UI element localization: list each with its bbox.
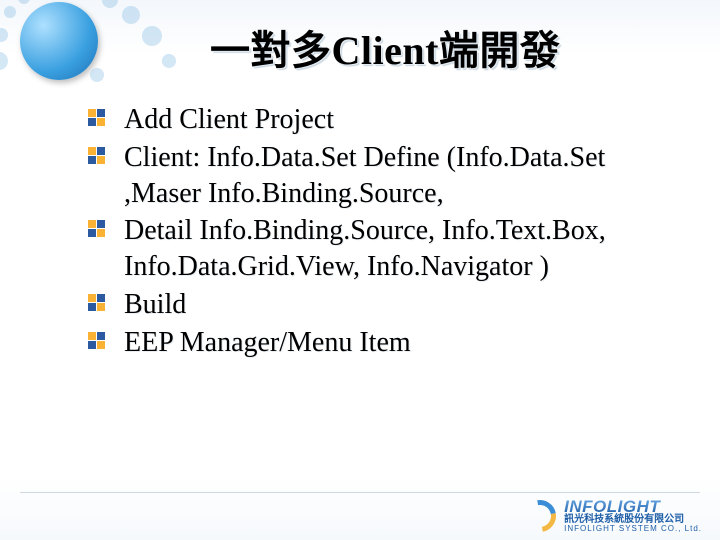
slide: 一對多Client端開發 Add Client Project Client: … xyxy=(0,0,720,540)
slide-title: 一對多Client端開發 xyxy=(210,18,690,76)
bullet-list: Add Client Project Client: Info.Data.Set… xyxy=(88,102,678,363)
list-item-text: Client: Info.Data.Set Define (Info.Data.… xyxy=(124,142,605,209)
list-item: EEP Manager/Menu Item xyxy=(88,325,678,361)
list-item-text: Detail Info.Binding.Source, Info.Text.Bo… xyxy=(124,215,606,282)
bullet-icon xyxy=(88,109,105,126)
bullet-icon xyxy=(88,147,105,164)
list-item: Detail Info.Binding.Source, Info.Text.Bo… xyxy=(88,213,678,285)
dot-icon xyxy=(122,6,140,24)
decorative-burst xyxy=(0,0,210,100)
orb-icon xyxy=(20,2,98,80)
dot-icon xyxy=(162,54,176,68)
bullet-icon xyxy=(88,294,105,311)
footer: INFOLIGHT 訊光科技系統股份有限公司 INFOLIGHT SYSTEM … xyxy=(0,492,720,540)
divider xyxy=(20,492,700,493)
dot-icon xyxy=(0,52,8,70)
swirl-icon xyxy=(524,500,556,532)
brand-en: INFOLIGHT SYSTEM CO., Ltd. xyxy=(564,525,702,533)
dot-icon xyxy=(18,0,30,4)
brand-logo: INFOLIGHT 訊光科技系統股份有限公司 INFOLIGHT SYSTEM … xyxy=(524,498,702,533)
bullet-icon xyxy=(88,332,105,349)
brand-latin: INFOLIGHT xyxy=(564,498,702,515)
list-item: Add Client Project xyxy=(88,102,678,138)
dot-icon xyxy=(102,0,118,8)
list-item-text: EEP Manager/Menu Item xyxy=(124,327,411,358)
brand-text: INFOLIGHT 訊光科技系統股份有限公司 INFOLIGHT SYSTEM … xyxy=(564,498,702,533)
bullet-icon xyxy=(88,220,105,237)
dot-icon xyxy=(4,6,16,18)
dot-icon xyxy=(0,28,8,42)
list-item-text: Add Client Project xyxy=(124,104,334,135)
list-item-text: Build xyxy=(124,289,186,320)
dot-icon xyxy=(142,26,162,46)
dot-icon xyxy=(90,68,104,82)
list-item: Client: Info.Data.Set Define (Info.Data.… xyxy=(88,140,678,212)
list-item: Build xyxy=(88,287,678,323)
